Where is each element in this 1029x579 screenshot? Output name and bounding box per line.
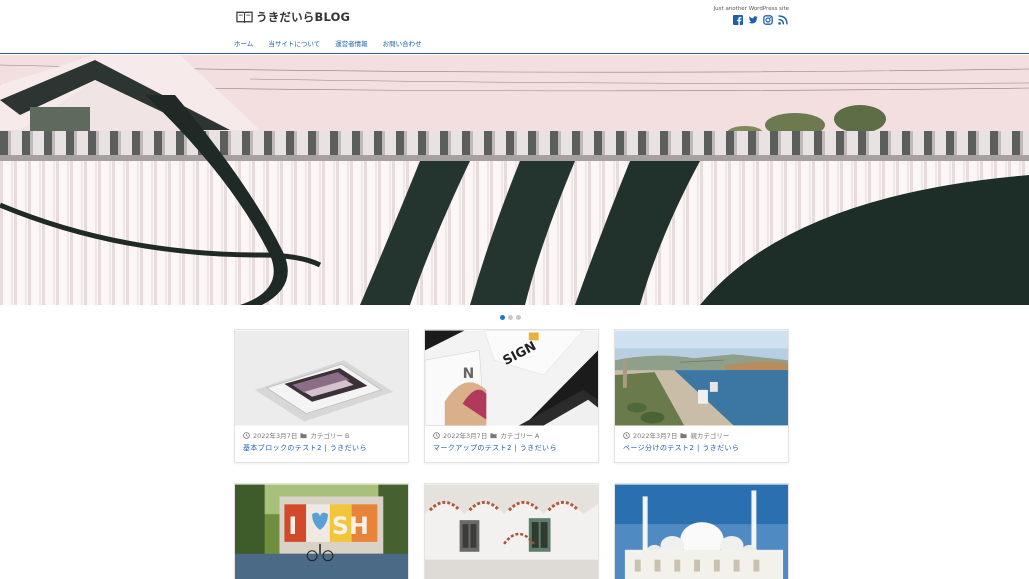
white-building-thumbnail <box>425 484 598 579</box>
tablet-thumbnail <box>235 330 408 426</box>
slider-pagination <box>500 315 521 320</box>
slider-dot-3[interactable] <box>516 315 521 320</box>
rss-icon[interactable] <box>778 15 788 25</box>
post-card[interactable]: I SH <box>234 483 409 579</box>
post-title[interactable]: マークアップのテスト2 | うきだいら <box>425 440 598 462</box>
post-date: 2022年3月7日 <box>443 432 488 440</box>
wish-letters-right: SH <box>332 512 369 540</box>
social-links <box>733 15 788 25</box>
post-category[interactable]: カテゴリー B <box>310 430 349 440</box>
post-meta: 2022年3月7日 カテゴリー B <box>235 426 408 440</box>
post-title[interactable]: ページ分けのテスト2 | うきだいら <box>615 440 788 462</box>
mosque-thumbnail <box>615 484 788 579</box>
post-category[interactable]: 親カテゴリー <box>690 430 729 440</box>
folder-icon <box>490 432 497 438</box>
nav-item-about[interactable]: 当サイトについて <box>268 38 320 48</box>
post-category[interactable]: カテゴリー A <box>500 430 539 440</box>
post-date: 2022年3月7日 <box>633 432 678 440</box>
slider-dot-1[interactable] <box>500 315 505 320</box>
design-letter: N <box>463 366 475 382</box>
post-card[interactable] <box>424 483 599 579</box>
post-card[interactable]: 2022年3月7日 親カテゴリー ページ分けのテスト2 | うきだいら <box>614 329 789 463</box>
nav-item-operator[interactable]: 運営者情報 <box>335 38 368 48</box>
twitter-icon[interactable] <box>748 15 758 25</box>
post-title[interactable]: 基本ブロックのテスト2 | うきだいら <box>235 440 408 462</box>
post-card[interactable]: SIGN N 2022年3月7日 カテゴリー A マークアップのテスト2 | う… <box>424 329 599 463</box>
wish-letter-left: I <box>288 512 297 540</box>
nav-item-contact[interactable]: お問い合わせ <box>383 38 422 48</box>
site-tagline: Just another WordPress site <box>713 6 789 12</box>
site-title: うきだいらBLOG <box>256 10 351 24</box>
instagram-icon[interactable] <box>763 15 773 25</box>
site-logo[interactable]: うきだいらBLOG <box>236 9 350 25</box>
folder-icon <box>300 432 307 438</box>
clock-icon <box>243 431 250 439</box>
post-card[interactable]: 2022年3月7日 カテゴリー B 基本ブロックのテスト2 | うきだいら <box>234 329 409 463</box>
facebook-icon[interactable] <box>733 15 743 25</box>
post-card[interactable] <box>614 483 789 579</box>
hero-slide-image[interactable] <box>0 55 1029 305</box>
corrugated-wall-photo <box>0 55 1029 305</box>
post-meta: 2022年3月7日 カテゴリー A <box>425 426 598 440</box>
clock-icon <box>623 431 630 439</box>
design-magazine-thumbnail: SIGN N <box>425 330 598 426</box>
nav-item-home[interactable]: ホーム <box>234 38 253 48</box>
site-header: うきだいらBLOG Just another WordPress site ホー… <box>0 0 1029 54</box>
post-meta: 2022年3月7日 親カテゴリー <box>615 426 788 440</box>
book-icon <box>236 11 253 23</box>
slider-dot-2[interactable] <box>508 315 513 320</box>
clock-icon <box>433 431 440 439</box>
post-date: 2022年3月7日 <box>253 432 298 440</box>
harbor-thumbnail <box>615 330 788 426</box>
folder-icon <box>680 432 687 438</box>
wish-billboard-thumbnail: I SH <box>235 484 408 579</box>
global-nav: ホーム 当サイトについて 運営者情報 お問い合わせ <box>234 38 437 48</box>
